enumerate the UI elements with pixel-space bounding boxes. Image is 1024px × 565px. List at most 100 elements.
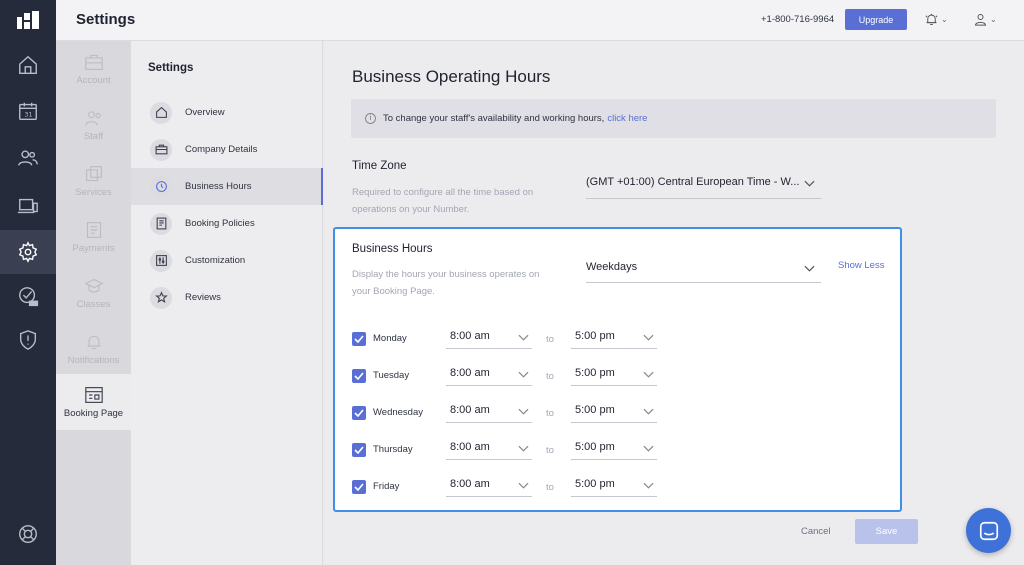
subnav-item-label: Payments xyxy=(72,242,115,254)
end-time-select[interactable]: 5:00 pm xyxy=(571,471,657,497)
staff-icon xyxy=(84,110,101,126)
nav-customers[interactable] xyxy=(0,136,56,180)
start-time-value: 8:00 am xyxy=(450,329,490,342)
check-icon xyxy=(354,483,364,491)
customers-icon xyxy=(18,150,38,166)
nav-tasks-beta[interactable] xyxy=(0,274,56,318)
business-hours-label: Business Hours xyxy=(352,243,433,255)
nav-devices[interactable] xyxy=(0,184,56,228)
services-icon xyxy=(85,165,102,181)
briefcase-icon xyxy=(155,144,167,155)
shield-icon xyxy=(19,330,37,350)
business-hours-help: Display the hours your business operates… xyxy=(352,269,540,297)
settings-item-label: Business Hours xyxy=(185,181,252,192)
star-icon xyxy=(154,291,168,304)
check-icon xyxy=(354,335,364,343)
subnav-item-label: Services xyxy=(75,186,112,198)
start-time-value: 8:00 am xyxy=(450,477,490,490)
day-row-thursday: Thursday 8:00 am to 5:00 pm xyxy=(352,441,672,471)
timezone-select[interactable]: (GMT +01:00) Central European Time - W..… xyxy=(586,166,821,199)
settings-item-business-hours[interactable]: Business Hours xyxy=(131,168,323,205)
subnav-item-account[interactable]: Account xyxy=(56,41,131,97)
settings-item-label: Reviews xyxy=(185,292,221,303)
support-phone[interactable]: +1-800-716-9964 xyxy=(761,14,834,25)
subnav-item-notifications[interactable]: Notifications xyxy=(56,321,131,377)
settings-item-company-details[interactable]: Company Details xyxy=(131,131,323,168)
nav-security[interactable] xyxy=(0,318,56,362)
chevron-down-icon xyxy=(518,332,529,344)
help-icon xyxy=(19,525,37,543)
notifications-menu[interactable]: ⌄ xyxy=(924,12,948,27)
settings-item-booking-policies[interactable]: Booking Policies xyxy=(131,205,323,242)
start-time-select[interactable]: 8:00 am xyxy=(446,471,532,497)
nav-home[interactable] xyxy=(0,43,56,87)
settings-item-label: Company Details xyxy=(185,144,258,155)
end-time-select[interactable]: 5:00 pm xyxy=(571,434,657,460)
timezone-value: (GMT +01:00) Central European Time - W..… xyxy=(586,176,800,188)
show-less-link[interactable]: Show Less xyxy=(838,260,884,271)
settings-icon xyxy=(18,241,38,263)
start-time-select[interactable]: 8:00 am xyxy=(446,360,532,386)
timezone-label: Time Zone xyxy=(352,160,407,172)
settings-menu: Settings Overview Company Details Busine… xyxy=(131,41,323,565)
save-button[interactable]: Save xyxy=(855,519,918,544)
click-here-link[interactable]: click here xyxy=(607,113,647,124)
day-checkbox[interactable] xyxy=(352,480,366,494)
chevron-down-icon xyxy=(643,443,654,455)
nav-settings[interactable] xyxy=(0,230,56,274)
subnav-item-staff[interactable]: Staff xyxy=(56,97,131,153)
booking-page-icon xyxy=(84,386,103,403)
nav-calendar[interactable]: 31 xyxy=(0,89,56,133)
cancel-button[interactable]: Cancel xyxy=(801,526,831,537)
settings-item-label: Overview xyxy=(185,107,225,118)
day-label: Friday xyxy=(373,481,400,492)
subnav-item-classes[interactable]: Classes xyxy=(56,265,131,321)
check-icon xyxy=(354,446,364,454)
chevron-down-icon xyxy=(643,480,654,492)
to-separator: to xyxy=(546,334,554,345)
to-separator: to xyxy=(546,482,554,493)
user-icon xyxy=(974,14,987,26)
chevron-down-icon: ⌄ xyxy=(990,15,997,24)
settings-item-label: Booking Policies xyxy=(185,218,255,229)
subnav-item-payments[interactable]: Payments xyxy=(56,209,131,265)
home-icon xyxy=(19,55,37,74)
logo-icon[interactable] xyxy=(17,11,39,29)
chevron-down-icon xyxy=(804,263,815,275)
settings-item-customization[interactable]: Customization xyxy=(131,242,323,279)
day-checkbox[interactable] xyxy=(352,406,366,420)
day-label: Wednesday xyxy=(373,407,423,418)
start-time-select[interactable]: 8:00 am xyxy=(446,397,532,423)
subnav-item-label: Account xyxy=(76,74,111,86)
start-time-select[interactable]: 8:00 am xyxy=(446,434,532,460)
page-title: Business Operating Hours xyxy=(352,67,551,86)
end-time-select[interactable]: 5:00 pm xyxy=(571,397,657,423)
user-menu[interactable]: ⌄ xyxy=(973,12,997,27)
check-icon xyxy=(354,372,364,380)
subnav-item-label: Notifications xyxy=(67,354,120,366)
day-checkbox[interactable] xyxy=(352,369,366,383)
end-time-select[interactable]: 5:00 pm xyxy=(571,360,657,386)
day-checkbox[interactable] xyxy=(352,332,366,346)
hours-preset-select[interactable]: Weekdays xyxy=(586,251,821,283)
upgrade-button[interactable]: Upgrade xyxy=(845,9,907,30)
check-icon xyxy=(354,409,364,417)
subnav-item-booking-page[interactable]: Booking Page xyxy=(56,374,131,430)
subnav-item-label: Booking Page xyxy=(63,407,124,419)
nav-help[interactable] xyxy=(0,512,56,556)
day-checkbox[interactable] xyxy=(352,443,366,457)
end-time-select[interactable]: 5:00 pm xyxy=(571,323,657,349)
subnav-item-services[interactable]: Services xyxy=(56,153,131,209)
start-time-select[interactable]: 8:00 am xyxy=(446,323,532,349)
top-header: Settings +1-800-716-9964 Upgrade ⌄ ⌄ xyxy=(56,0,1024,41)
end-time-value: 5:00 pm xyxy=(575,477,615,490)
chevron-down-icon xyxy=(643,406,654,418)
sliders-icon xyxy=(155,255,167,266)
info-icon: i xyxy=(365,113,376,124)
settings-item-reviews[interactable]: Reviews xyxy=(131,279,323,316)
chat-launcher[interactable] xyxy=(966,508,1011,553)
start-time-value: 8:00 am xyxy=(450,440,490,453)
start-time-value: 8:00 am xyxy=(450,366,490,379)
day-row-wednesday: Wednesday 8:00 am to 5:00 pm xyxy=(352,404,672,434)
settings-item-overview[interactable]: Overview xyxy=(131,94,323,131)
